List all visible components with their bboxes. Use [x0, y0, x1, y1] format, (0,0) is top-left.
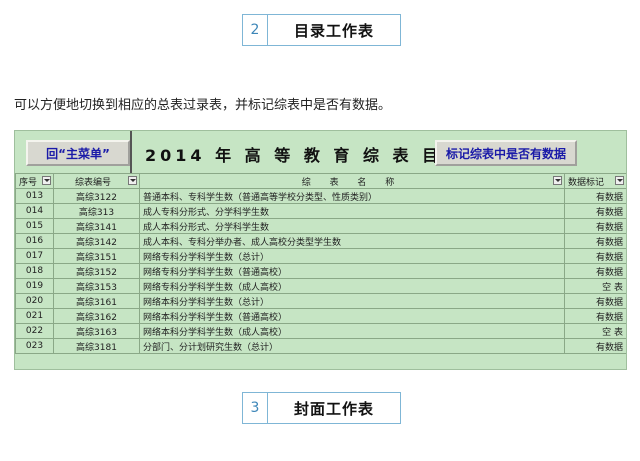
filter-dropdown-icon[interactable]: [553, 176, 562, 185]
section-heading-2: 2 目录工作表: [242, 14, 401, 46]
seq-cell[interactable]: 022: [15, 323, 54, 339]
description-text: 可以方便地切换到相应的总表过录表，并标记综表中是否有数据。: [14, 98, 392, 113]
section-number: 3: [243, 393, 268, 423]
name-cell[interactable]: 网络专科分学科学生数（总计）: [139, 248, 565, 264]
seq-cell[interactable]: 015: [15, 218, 54, 234]
flag-cell[interactable]: 有数据: [564, 338, 626, 354]
name-cell[interactable]: 网络专科分学科学生数（普通高校）: [139, 263, 565, 279]
section-heading-3: 3 封面工作表: [242, 392, 401, 424]
table-row[interactable]: 020 高综3161 网络本科分学科学生数（总计） 有数据: [15, 293, 626, 309]
catalog-table: 序号 综表编号 综 表 名 称 数据标记 013 高综3122 普通本科、专科学生数…: [15, 173, 626, 354]
flag-cell[interactable]: 有数据: [564, 263, 626, 279]
header-flag[interactable]: 数据标记: [564, 173, 626, 189]
name-cell[interactable]: 网络本科分学科学生数（普通高校）: [139, 308, 565, 324]
header-name[interactable]: 综 表 名 称: [139, 173, 565, 189]
name-cell[interactable]: 成人本科、专科分举办者、成人高校分类型学生数: [139, 233, 565, 249]
seq-cell[interactable]: 016: [15, 233, 54, 249]
table-row[interactable]: 017 高综3151 网络专科分学科学生数（总计） 有数据: [15, 248, 626, 264]
code-cell[interactable]: 高综3181: [53, 338, 140, 354]
code-cell[interactable]: 高综313: [53, 203, 140, 219]
seq-cell[interactable]: 014: [15, 203, 54, 219]
code-cell[interactable]: 高综3153: [53, 278, 140, 294]
section-title: 目录工作表: [293, 21, 374, 40]
flag-cell[interactable]: 有数据: [564, 248, 626, 264]
code-cell[interactable]: 高综3141: [53, 218, 140, 234]
flag-cell[interactable]: 有数据: [564, 218, 626, 234]
code-cell[interactable]: 高综3162: [53, 308, 140, 324]
name-cell[interactable]: 成人本科分形式、分学科学生数: [139, 218, 565, 234]
table-row[interactable]: 021 高综3162 网络本科分学科学生数（普通高校） 有数据: [15, 308, 626, 324]
code-cell[interactable]: 高综3152: [53, 263, 140, 279]
table-row[interactable]: 018 高综3152 网络专科分学科学生数（普通高校） 有数据: [15, 263, 626, 279]
seq-cell[interactable]: 023: [15, 338, 54, 354]
header-code[interactable]: 综表编号: [53, 173, 140, 189]
name-cell[interactable]: 网络专科分学科学生数（成人高校）: [139, 278, 565, 294]
seq-cell[interactable]: 017: [15, 248, 54, 264]
filter-dropdown-icon[interactable]: [615, 176, 624, 185]
mark-data-button[interactable]: 标记综表中是否有数据: [435, 140, 577, 166]
sheet-title: 2014 年 高 等 教 育 综 表 目 录: [145, 146, 472, 165]
seq-cell[interactable]: 013: [15, 188, 54, 204]
name-cell[interactable]: 普通本科、专科学生数（普通高等学校分类型、性质类别）: [139, 188, 565, 204]
flag-cell[interactable]: 空 表: [564, 278, 626, 294]
seq-cell[interactable]: 019: [15, 278, 54, 294]
table-row[interactable]: 013 高综3122 普通本科、专科学生数（普通高等学校分类型、性质类别） 有数据: [15, 188, 626, 204]
table-row[interactable]: 019 高综3153 网络专科分学科学生数（成人高校）空 表: [15, 278, 626, 294]
code-cell[interactable]: 高综3163: [53, 323, 140, 339]
table-row[interactable]: 016 高综3142 成人本科、专科分举办者、成人高校分类型学生数 有数据: [15, 233, 626, 249]
seq-cell[interactable]: 018: [15, 263, 54, 279]
flag-cell[interactable]: 有数据: [564, 188, 626, 204]
seq-cell[interactable]: 021: [15, 308, 54, 324]
name-cell[interactable]: 网络本科分学科学生数（总计）: [139, 293, 565, 309]
section-title: 封面工作表: [293, 399, 374, 418]
filter-dropdown-icon[interactable]: [42, 176, 51, 185]
sheet-banner: 回“主菜单” 2014 年 高 等 教 育 综 表 目 录 标记综表中是否有数据: [15, 131, 626, 173]
table-header-row: 序号 综表编号 综 表 名 称 数据标记: [15, 173, 626, 189]
table-row[interactable]: 022 高综3163 网络本科分学科学生数（成人高校）空 表: [15, 323, 626, 339]
spreadsheet-screenshot: 回“主菜单” 2014 年 高 等 教 育 综 表 目 录 标记综表中是否有数据…: [14, 130, 627, 370]
code-cell[interactable]: 高综3142: [53, 233, 140, 249]
main-menu-button[interactable]: 回“主菜单”: [26, 140, 130, 166]
table-row[interactable]: 023 高综3181 分部门、分计划研究生数（总计） 有数据: [15, 338, 626, 354]
flag-cell[interactable]: 有数据: [564, 233, 626, 249]
code-cell[interactable]: 高综3122: [53, 188, 140, 204]
seq-cell[interactable]: 020: [15, 293, 54, 309]
flag-cell[interactable]: 空 表: [564, 323, 626, 339]
filter-dropdown-icon[interactable]: [128, 176, 137, 185]
flag-cell[interactable]: 有数据: [564, 308, 626, 324]
header-seq[interactable]: 序号: [15, 173, 54, 189]
name-cell[interactable]: 分部门、分计划研究生数（总计）: [139, 338, 565, 354]
table-row[interactable]: 015 高综3141 成人本科分形式、分学科学生数 有数据: [15, 218, 626, 234]
name-cell[interactable]: 成人专科分形式、分学科学生数: [139, 203, 565, 219]
flag-cell[interactable]: 有数据: [564, 203, 626, 219]
section-number: 2: [243, 15, 268, 45]
code-cell[interactable]: 高综3151: [53, 248, 140, 264]
divider: [130, 131, 132, 173]
code-cell[interactable]: 高综3161: [53, 293, 140, 309]
name-cell[interactable]: 网络本科分学科学生数（成人高校）: [139, 323, 565, 339]
table-row[interactable]: 014 高综313 成人专科分形式、分学科学生数 有数据: [15, 203, 626, 219]
flag-cell[interactable]: 有数据: [564, 293, 626, 309]
